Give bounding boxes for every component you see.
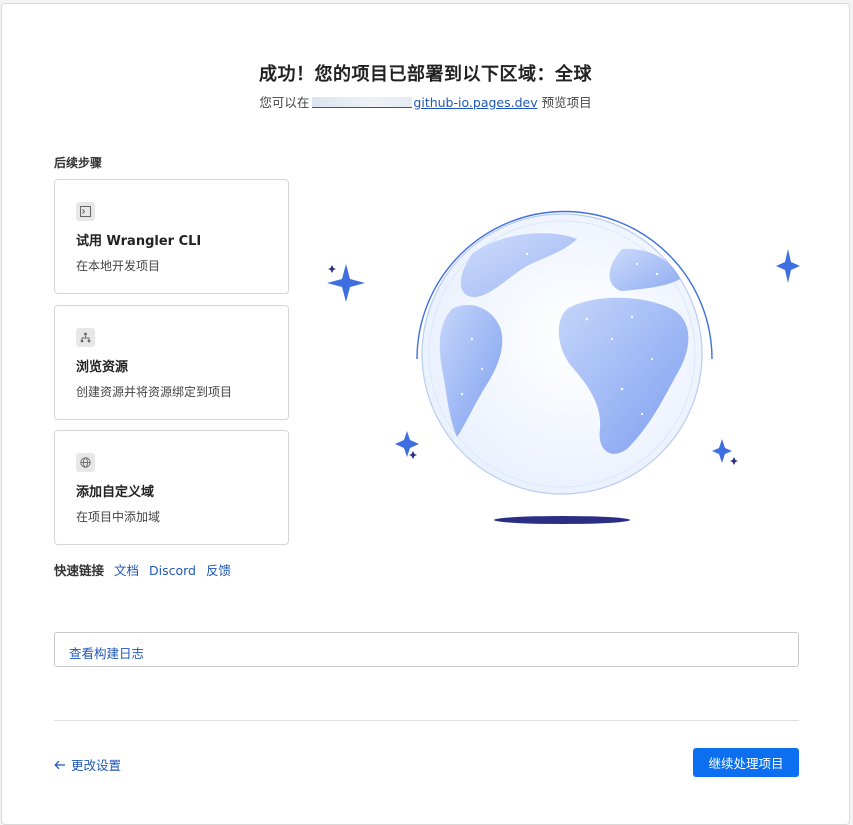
continue-project-button[interactable]: 继续处理项目	[693, 748, 799, 777]
terminal-icon	[76, 202, 95, 221]
sitemap-icon	[76, 328, 95, 347]
card-title: 试用 Wrangler CLI	[76, 234, 202, 249]
sparkle-icon	[730, 457, 738, 465]
preview-subline: 您可以在 github-io.pages.dev 预览项目	[2, 92, 849, 111]
globe-base-shadow	[494, 516, 630, 524]
globe-illustration	[327, 210, 800, 524]
quick-links-label: 快速链接	[54, 563, 105, 578]
deploy-success-panel: 成功！您的项目已部署到以下区域：全球 您可以在 github-io.pages.d…	[1, 3, 850, 825]
card-desc: 在本地开发项目	[76, 259, 161, 273]
card-try-wrangler[interactable]: 试用 Wrangler CLI 在本地开发项目	[54, 179, 289, 294]
sparkle-icon	[409, 451, 417, 459]
sparkle-icon	[712, 439, 732, 463]
page-title: 成功！您的项目已部署到以下区域：全球	[259, 64, 592, 85]
quick-links: 快速链接 文档 Discord 反馈	[54, 560, 237, 579]
card-title: 添加自定义域	[76, 485, 155, 500]
arrow-left-icon	[54, 760, 65, 769]
change-settings-link[interactable]: 更改设置	[54, 755, 121, 774]
globe-icon	[76, 453, 95, 472]
card-title: 浏览资源	[76, 360, 129, 375]
link-discord[interactable]: Discord	[149, 563, 196, 578]
sparkle-icon	[776, 249, 800, 283]
card-desc: 创建资源并将资源绑定到项目	[76, 385, 233, 399]
sparkle-icon	[328, 265, 336, 273]
preview-prefix: 您可以在	[259, 95, 310, 110]
sparkle-icon	[395, 431, 419, 457]
redacted-subdomain	[312, 97, 413, 108]
preview-link[interactable]: github-io.pages.dev	[413, 95, 537, 110]
link-feedback[interactable]: 反馈	[206, 563, 231, 578]
change-settings-label: 更改设置	[71, 758, 122, 773]
card-add-domain[interactable]: 添加自定义域 在项目中添加域	[54, 430, 289, 545]
view-build-log-button[interactable]: 查看构建日志	[54, 632, 799, 667]
card-browse-resources[interactable]: 浏览资源 创建资源并将资源绑定到项目	[54, 305, 289, 420]
link-docs[interactable]: 文档	[114, 563, 139, 578]
footer-divider	[54, 720, 799, 721]
preview-suffix: 预览项目	[537, 95, 592, 110]
card-desc: 在项目中添加域	[76, 510, 161, 524]
next-steps-label: 后续步骤	[54, 156, 103, 170]
